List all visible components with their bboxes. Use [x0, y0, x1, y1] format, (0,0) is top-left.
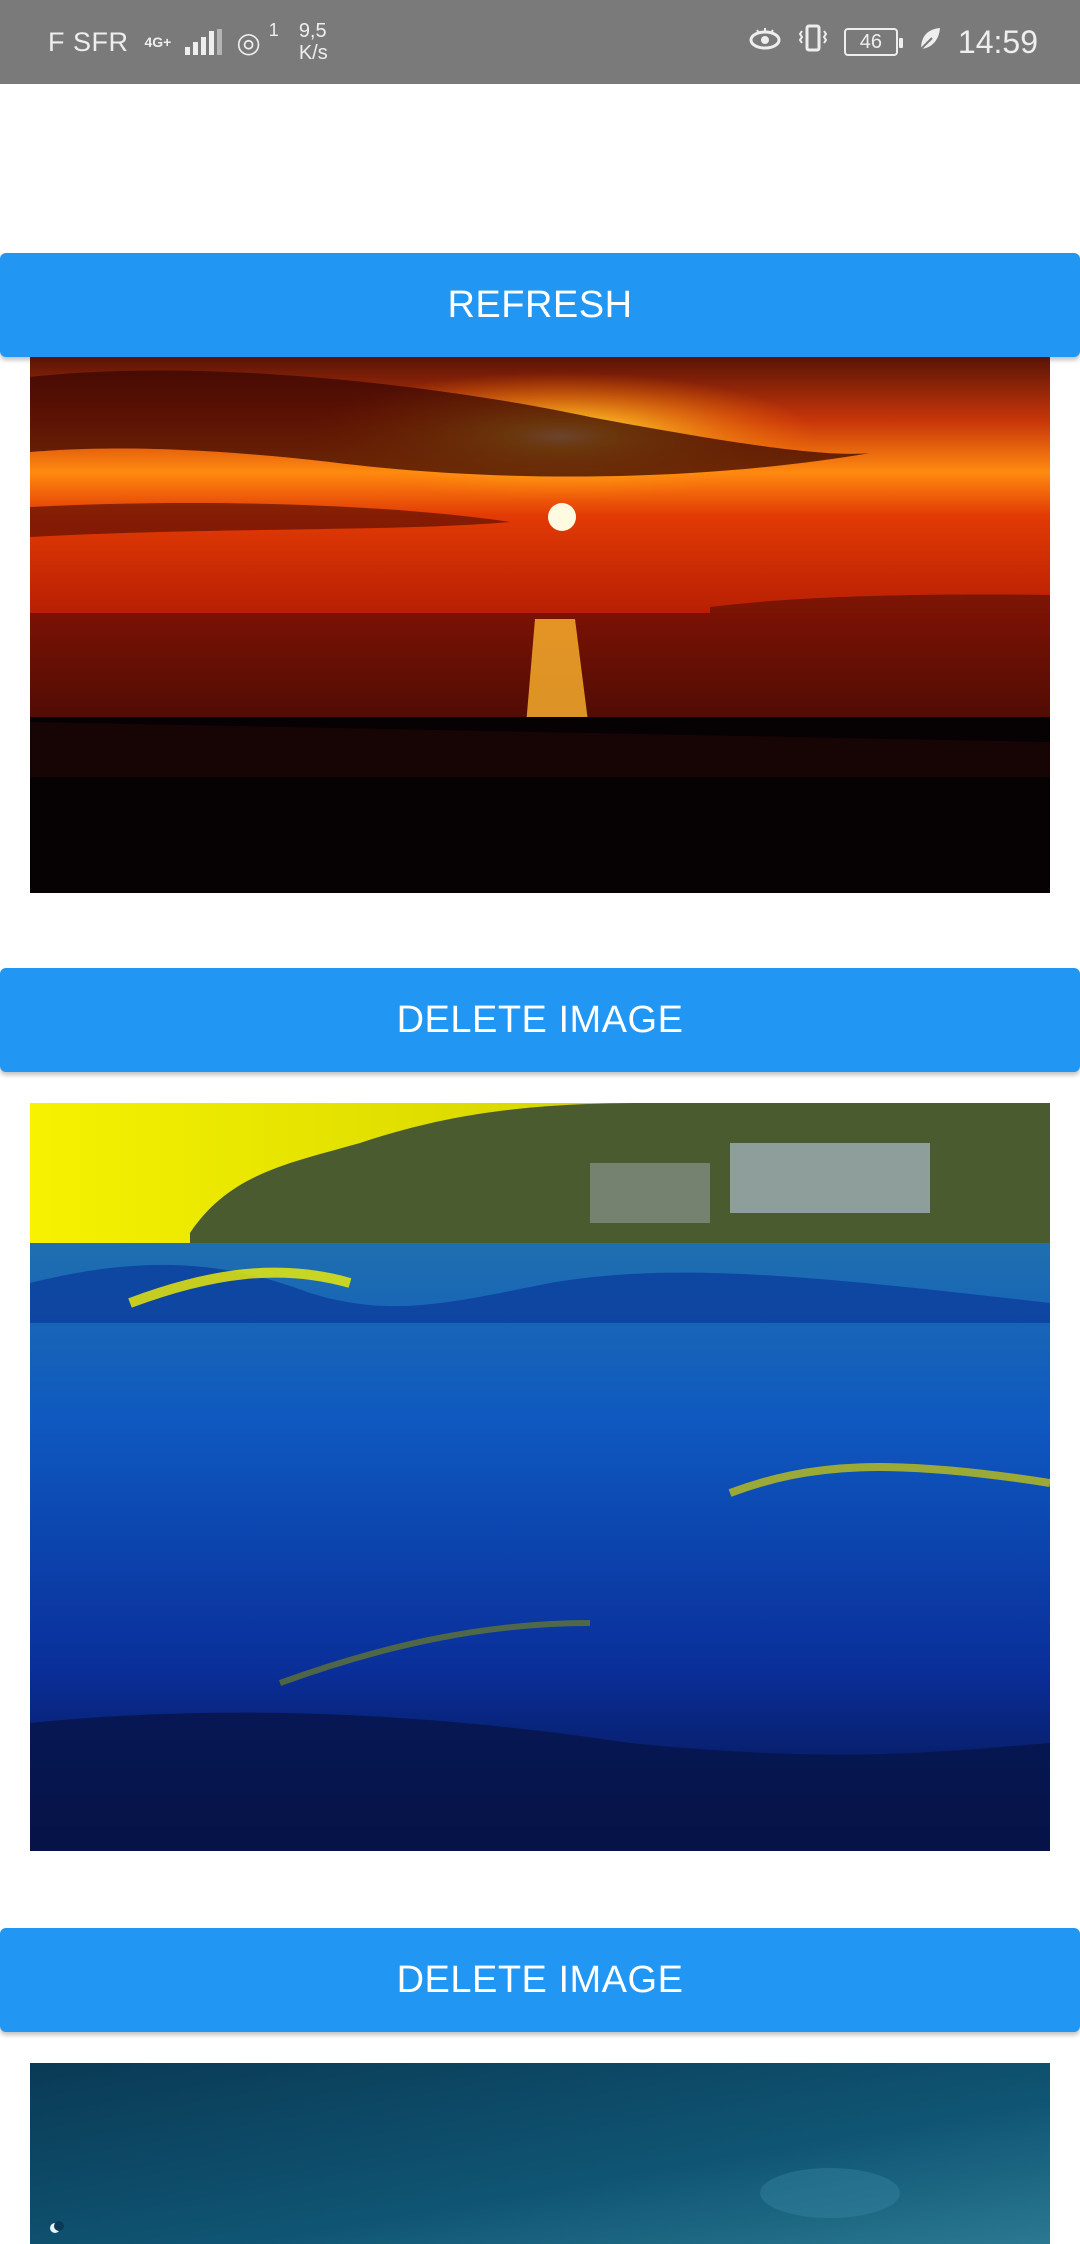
- clock: 14:59: [957, 23, 1038, 60]
- signal-icon: [185, 29, 223, 55]
- image-sunset: [30, 357, 1050, 893]
- speed-value: 9,5: [298, 20, 327, 42]
- status-left: F SFR 4G+ ◎ 1 9,5 K/s: [48, 19, 328, 65]
- carrier-label: F SFR: [48, 26, 129, 57]
- vibrate-icon: [796, 23, 830, 61]
- refresh-button[interactable]: REFRESH: [0, 253, 1080, 357]
- status-bar: F SFR 4G+ ◎ 1 9,5 K/s 46 14:59: [0, 0, 1080, 84]
- eye-comfort-icon: [748, 25, 782, 59]
- image-ocean-waves: [30, 1103, 1050, 1851]
- battery-icon: 46: [843, 28, 903, 56]
- image-night-sky: [30, 2063, 1050, 2244]
- network-type-label: 4G+: [144, 34, 172, 50]
- hotspot-icon: ◎: [236, 26, 261, 58]
- status-right: 46 14:59: [748, 23, 1038, 61]
- hotspot-count: 1: [268, 19, 279, 40]
- power-saving-leaf-icon: [918, 26, 942, 59]
- delete-image-button[interactable]: DELETE IMAGE: [0, 1928, 1080, 2032]
- network-speed: 9,5 K/s: [299, 20, 328, 64]
- speed-unit: K/s: [298, 42, 328, 64]
- delete-image-button[interactable]: DELETE IMAGE: [0, 968, 1080, 1072]
